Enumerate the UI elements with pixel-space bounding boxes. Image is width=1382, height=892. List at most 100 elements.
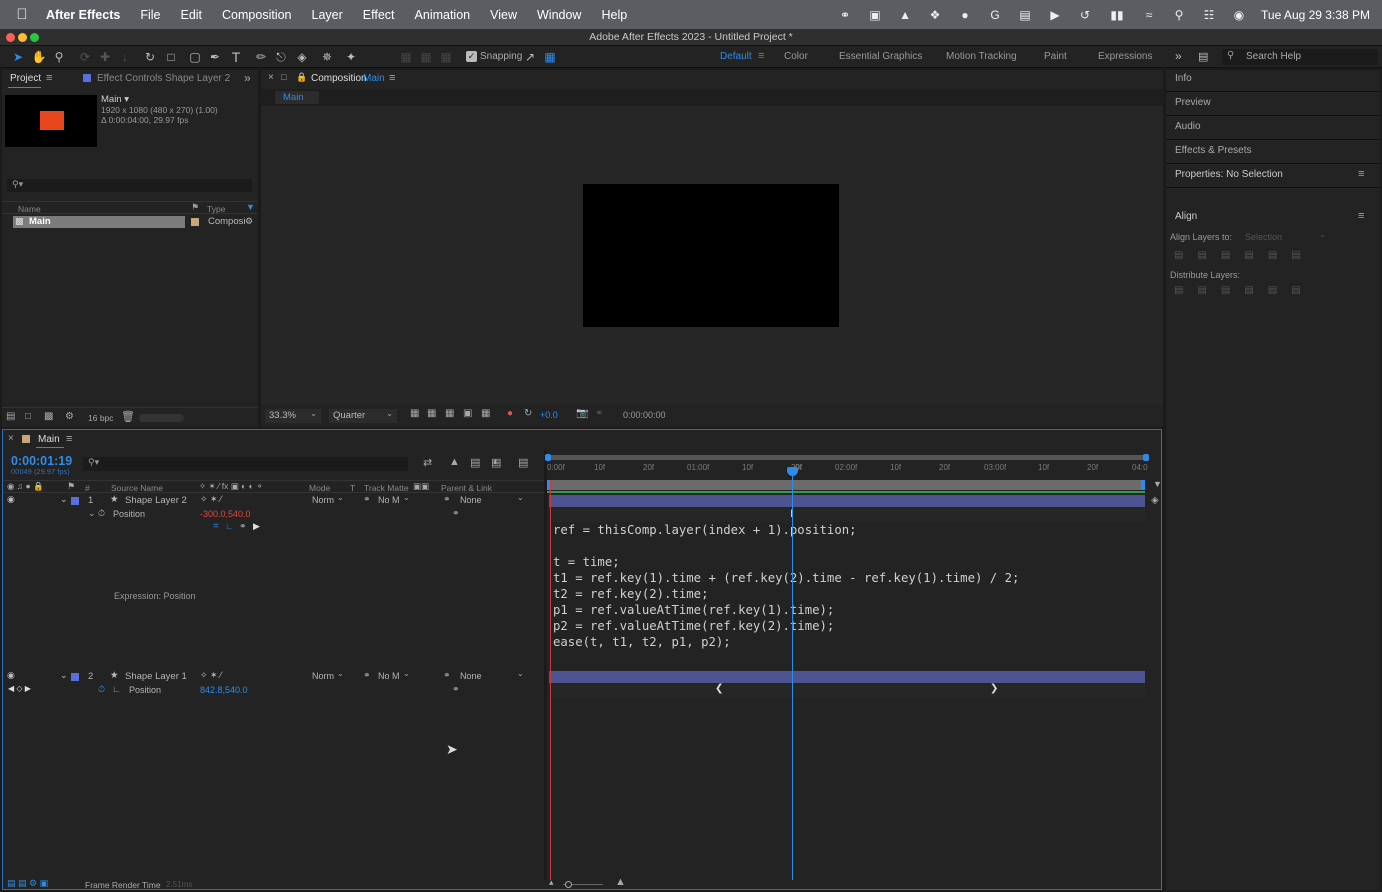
keyframe-2-icon[interactable]: ❯ (990, 683, 998, 694)
layer-1-expand-icon[interactable]: ⌄ (60, 494, 68, 505)
properties-menu-icon[interactable]: ≡ (1358, 168, 1364, 180)
mask-visibility-icon[interactable]: ▦ (445, 408, 454, 419)
zoom-dropdown[interactable]: 33.3% ⌄ (265, 409, 321, 423)
comp-menu-icon[interactable]: ≡ (389, 72, 395, 84)
spotlight-search-icon[interactable]: ⚲ (1171, 8, 1187, 22)
align-right-icon[interactable]: ▤ (1221, 250, 1244, 261)
comp-flowchart-icon[interactable]: ⇄ (423, 456, 432, 469)
dropbox-icon[interactable]: ❖ (927, 8, 943, 22)
flowchart-icon[interactable]: ⚙ (245, 216, 253, 227)
layer-1-matte-icon[interactable]: ⚭ (363, 494, 371, 505)
dolly-camera-icon[interactable]: ↓ (117, 49, 133, 65)
layer-1-switches[interactable]: ✧ ✶ ⁄ (200, 494, 222, 505)
zoom-tool-icon[interactable]: ⚲ (51, 49, 67, 65)
pan-camera-icon[interactable]: ✚ (97, 49, 113, 65)
work-area-end-marker-icon[interactable]: ▼ (1153, 479, 1162, 489)
work-area-end[interactable] (1141, 480, 1145, 490)
menubar-clock[interactable]: Tue Aug 29 3:38 PM (1261, 8, 1370, 22)
timeline-menu-icon[interactable]: ≡ (66, 433, 72, 445)
motion-blur-icon[interactable]: ◐ (493, 456, 500, 468)
distribute-top-icon[interactable]: ▤ (1174, 285, 1197, 296)
zoom-in-icon[interactable]: ▲ (615, 876, 626, 888)
sort-arrow-icon[interactable]: ▼ (246, 202, 255, 212)
layer-1-visibility-icon[interactable]: ◉ (7, 494, 15, 505)
more-workspaces-icon[interactable]: » (1175, 49, 1182, 63)
layer-2-parent-dropdown[interactable]: None ⌄ (457, 669, 527, 683)
align-top-icon[interactable]: ▤ (1244, 250, 1267, 261)
fast-preview-icon[interactable]: ▦ (410, 408, 419, 419)
layer-1-position-value[interactable]: -300.0,540.0 (200, 509, 251, 519)
wifi-icon[interactable]: ≈ (1141, 8, 1157, 22)
distribute-left-icon[interactable]: ▤ (1244, 285, 1267, 296)
workspace-color[interactable]: Color (784, 51, 808, 62)
comp-viewer[interactable] (261, 106, 1163, 404)
layer-2-label-swatch[interactable] (71, 673, 79, 681)
layer-2-bar[interactable] (549, 671, 1145, 683)
col-t[interactable]: T (350, 483, 355, 493)
align-left-icon[interactable]: ▤ (1174, 250, 1197, 261)
menu-app[interactable]: After Effects (46, 8, 120, 22)
menu-composition[interactable]: Composition (222, 8, 291, 22)
comp-canvas[interactable] (583, 184, 839, 327)
menu-layer[interactable]: Layer (312, 8, 343, 22)
type-tool-icon[interactable]: T (228, 49, 244, 65)
time-navigator-start[interactable] (545, 454, 551, 461)
layer-1-position-row[interactable]: ⌄ ⏱ Position -300.0,540.0 ⚭ (3, 508, 544, 522)
layer-switches-icons[interactable]: ✧ ✶ ⁄ fx ▣ ◐ ◐ ⚬ (199, 481, 263, 492)
battery-icon[interactable]: ▮▮ (1107, 8, 1127, 22)
project-zoom-slider[interactable] (139, 414, 184, 422)
time-navigator-bar[interactable] (545, 454, 1149, 461)
orbit-camera-icon[interactable]: ⟳ (77, 49, 93, 65)
pan-behind-tool-icon[interactable]: □ (163, 49, 179, 65)
layer-2-position-pickwhip-icon[interactable]: ⚭ (452, 684, 460, 695)
zoom-window-button[interactable] (30, 33, 39, 42)
matte-icons[interactable]: ▣▣ (413, 481, 429, 492)
layer-1-label-swatch[interactable] (71, 497, 79, 505)
timeline-search-input[interactable]: ⚲▾ (83, 457, 408, 471)
audio-panel[interactable]: Audio (1166, 117, 1380, 140)
effects-presets-panel[interactable]: Effects & Presets (1166, 141, 1380, 164)
timeline-zoom-thumb[interactable] (565, 881, 572, 888)
layer-1-position-pickwhip-icon[interactable]: ⚭ (452, 508, 460, 519)
transparency-grid-icon[interactable]: ▦ (427, 408, 436, 419)
playhead-line[interactable] (792, 472, 793, 880)
timeline-track-area[interactable]: 0:00f 10f 20f 01:00f 10f 20f 02:00f 10f … (545, 450, 1162, 880)
close-window-button[interactable] (6, 33, 15, 42)
layer-1-matte-dropdown[interactable]: No M ⌄ (376, 493, 412, 507)
layer-1-timeline-end-icon[interactable]: ◈ (1151, 495, 1159, 506)
workspace-menu-icon[interactable]: ≡ (758, 50, 764, 62)
label-column-icon[interactable]: ⚑ (67, 481, 75, 492)
profile-icon[interactable]: ● (957, 8, 973, 22)
workspace-default[interactable]: Default (720, 51, 752, 62)
puppet-pin-tool-icon[interactable]: ✦ (343, 49, 359, 65)
layer-2-visibility-icon[interactable]: ◉ (7, 670, 15, 681)
axis-world-icon[interactable]: ▦ (418, 49, 434, 65)
layer-1-pickwhip-icon[interactable]: ⚭ (443, 494, 451, 505)
menu-window[interactable]: Window (537, 8, 581, 22)
layer-1-parent-dropdown[interactable]: None ⌄ (457, 493, 527, 507)
layer-2-matte-dropdown[interactable]: No M ⌄ (376, 669, 412, 683)
align-to-dropdown[interactable]: Selection (1245, 232, 1282, 242)
snap-edges-icon[interactable]: ↗ (522, 49, 538, 65)
play-circle-icon[interactable]: ▶ (1047, 8, 1063, 22)
layer-1-name[interactable]: Shape Layer 2 (125, 495, 187, 506)
interpret-footage-icon[interactable]: ▤ (6, 411, 15, 422)
rectangle-tool-icon[interactable]: ▢ (187, 49, 203, 65)
time-machine-icon[interactable]: ↺ (1077, 8, 1093, 22)
timeline-tab-name[interactable]: Main (38, 434, 60, 445)
hand-tool-icon[interactable]: ✋ (31, 49, 47, 65)
layer-row-2[interactable]: ◉ ⌄ 2 ★ Shape Layer 1 ✧ ✶ ⁄ Norm ⌄ ⚭ No … (3, 669, 544, 684)
roto-brush-tool-icon[interactable]: ✵ (319, 49, 335, 65)
distribute-vcenter-icon[interactable]: ▤ (1197, 285, 1220, 296)
layer-2-matte-icon[interactable]: ⚭ (363, 670, 371, 681)
workspace-motion-tracking[interactable]: Motion Tracking (946, 51, 1017, 62)
distribute-bottom-icon[interactable]: ▤ (1221, 285, 1244, 296)
draft-3d-icon[interactable]: ▲ (449, 456, 460, 468)
clone-stamp-tool-icon[interactable]: ⎋ (273, 49, 289, 65)
menu-edit[interactable]: Edit (180, 8, 202, 22)
col-type[interactable]: Type (207, 204, 225, 214)
layer-2-position-value[interactable]: 842.8,540.0 (200, 685, 248, 695)
graph-editor-icon[interactable]: ▤ (518, 456, 528, 469)
layer-2-expand-icon[interactable]: ⌄ (60, 670, 68, 681)
shy-layers-icon[interactable]: ▤ (470, 456, 480, 469)
